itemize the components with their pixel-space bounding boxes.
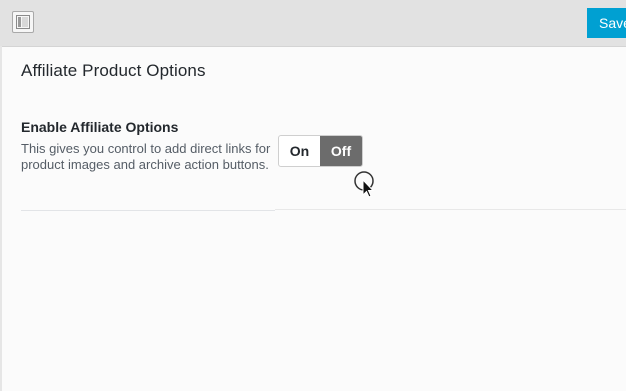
- option-label: Enable Affiliate Options: [21, 119, 179, 135]
- panel-layout-icon: [16, 15, 30, 29]
- sidebar-panel-icon[interactable]: [12, 11, 34, 33]
- affiliate-options-toggle[interactable]: On Off: [278, 135, 363, 167]
- options-panel: Affiliate Product Options Enable Affilia…: [2, 47, 626, 391]
- option-divider: [21, 210, 275, 211]
- option-description: This gives you control to add direct lin…: [21, 141, 271, 172]
- section-title: Affiliate Product Options: [21, 61, 206, 80]
- row-divider: [275, 209, 626, 210]
- save-button[interactable]: Save: [587, 8, 626, 38]
- toggle-off-button[interactable]: Off: [320, 136, 362, 166]
- toggle-on-button[interactable]: On: [279, 136, 320, 166]
- top-toolbar: Save: [0, 0, 626, 47]
- app-window: Save Affiliate Product Options Enable Af…: [0, 0, 626, 391]
